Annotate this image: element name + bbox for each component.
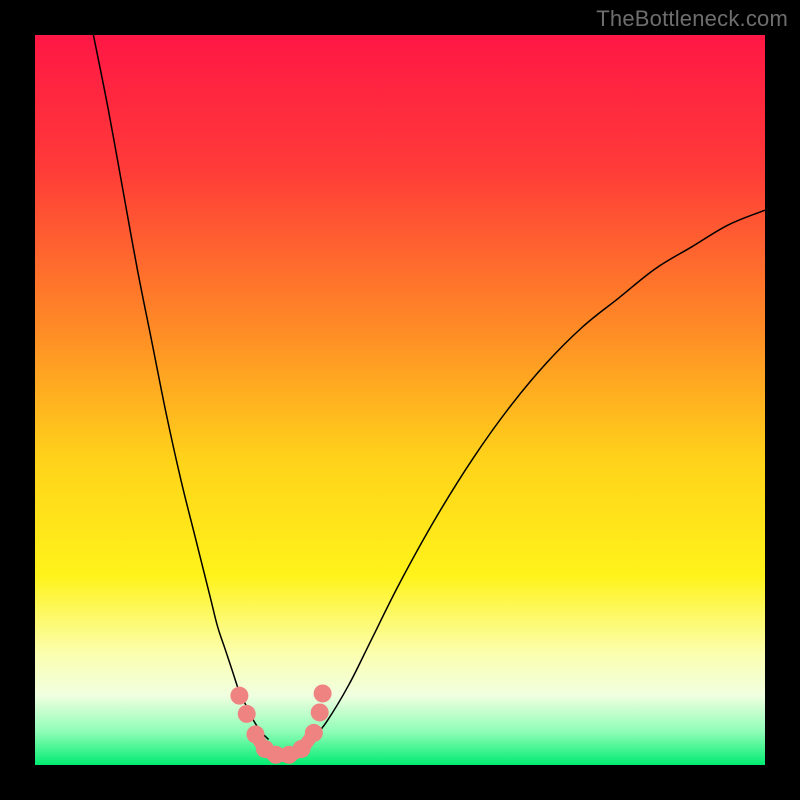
plot-area: [35, 35, 765, 765]
bottleneck-marker: [238, 705, 256, 723]
bottleneck-marker: [311, 703, 329, 721]
chart-frame: TheBottleneck.com: [0, 0, 800, 800]
gradient-background: [35, 35, 765, 765]
bottleneck-marker: [314, 684, 332, 702]
watermark-text: TheBottleneck.com: [596, 6, 788, 32]
chart-canvas: [35, 35, 765, 765]
bottleneck-marker: [305, 724, 323, 742]
bottleneck-marker: [292, 740, 310, 758]
bottleneck-marker: [230, 687, 248, 705]
